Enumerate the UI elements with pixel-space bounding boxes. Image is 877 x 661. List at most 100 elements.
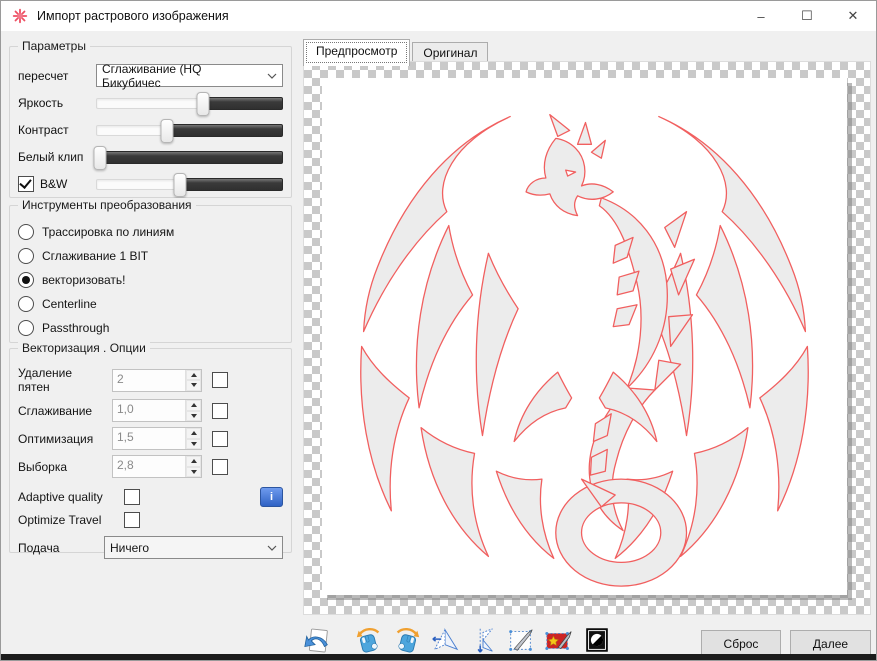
downsampling-label: Выборка (18, 460, 102, 474)
slider-thumb[interactable] (93, 146, 106, 170)
spinner-value: 1,5 (113, 428, 185, 449)
spinner-up[interactable] (186, 456, 201, 467)
downsampling-checkbox[interactable] (212, 459, 228, 475)
spot-removal-label: Удаление пятен (18, 366, 102, 394)
group-parameters-legend: Параметры (18, 39, 90, 53)
brightness-slider[interactable] (96, 92, 283, 114)
radio-label: Трассировка по линиям (42, 225, 174, 239)
image-toolbar (301, 625, 613, 655)
crop-icon[interactable] (505, 625, 537, 655)
adaptive-quality-checkbox[interactable] (124, 489, 140, 505)
optimization-spinner[interactable]: 1,5 (112, 427, 202, 450)
optimization-label: Оптимизация (18, 432, 102, 446)
bw-checkbox[interactable] (18, 176, 34, 192)
radio-label: Сглаживание 1 BIT (42, 249, 148, 263)
slider-track-dark (203, 97, 283, 110)
radio-dithering-1bit[interactable]: Сглаживание 1 BIT (18, 247, 283, 264)
slider-thumb[interactable] (161, 119, 174, 143)
optimize-travel-checkbox[interactable] (124, 512, 140, 528)
slider-thumb[interactable] (196, 92, 209, 116)
info-button[interactable]: i (260, 487, 283, 507)
radio-circle[interactable] (18, 272, 34, 288)
spinner-value: 2 (113, 370, 185, 391)
spinner-value: 2,8 (113, 456, 185, 477)
feed-value: Ничего (110, 541, 149, 555)
spinner-down[interactable] (186, 411, 201, 422)
adaptive-quality-label: Adaptive quality (18, 490, 114, 504)
group-conversion-legend: Инструменты преобразования (18, 198, 196, 212)
spinner-buttons[interactable] (185, 428, 201, 449)
smoothing-label: Сглаживание (18, 404, 102, 418)
next-button[interactable]: Далее (790, 630, 871, 657)
group-parameters: Параметры пересчет Сглаживание (HQ Бикуб… (9, 46, 292, 198)
spinner-buttons[interactable] (185, 400, 201, 421)
radio-label: векторизовать! (42, 273, 125, 287)
downsampling-spinner[interactable]: 2,8 (112, 455, 202, 478)
window-title: Импорт растрового изображения (37, 9, 229, 23)
invert-icon[interactable] (581, 625, 613, 655)
slider-track-dark (180, 178, 283, 191)
radio-line-trace[interactable]: Трассировка по линиям (18, 223, 283, 240)
brightness-label: Яркость (18, 96, 96, 110)
radio-circle[interactable] (18, 248, 34, 264)
tab-preview[interactable]: Предпросмотр (303, 39, 410, 66)
spinner-buttons[interactable] (185, 456, 201, 477)
tab-label: Оригинал (423, 46, 477, 60)
bw-label: B&W (40, 177, 67, 191)
screen-background-strip (1, 654, 876, 660)
white-clip-label: Белый клип (18, 150, 96, 164)
rotate-left-icon[interactable] (353, 625, 385, 655)
close-button[interactable]: ✕ (830, 1, 876, 31)
next-button-label: Далее (813, 637, 848, 651)
reset-button-label: Сброс (724, 637, 759, 651)
revert-icon[interactable] (301, 625, 333, 655)
app-spark-icon (11, 7, 29, 25)
tab-label: Предпросмотр (316, 44, 397, 58)
dragon-vector-preview (322, 78, 847, 595)
radio-label: Centerline (42, 297, 97, 311)
spinner-value: 1,0 (113, 400, 185, 421)
spinner-buttons[interactable] (185, 370, 201, 391)
spinner-up[interactable] (186, 428, 201, 439)
radio-circle[interactable] (18, 320, 34, 336)
preview-canvas[interactable] (303, 61, 871, 615)
resample-value: Сглаживание (HQ Бикубичес (102, 62, 263, 90)
radio-circle[interactable] (18, 296, 34, 312)
radio-vectorize[interactable]: векторизовать! (18, 271, 283, 288)
smoothing-checkbox[interactable] (212, 403, 228, 419)
maximize-button[interactable]: ☐ (784, 1, 830, 31)
contrast-label: Контраст (18, 123, 96, 137)
optimize-travel-label: Optimize Travel (18, 513, 114, 527)
white-clip-slider[interactable] (96, 146, 283, 168)
resample-label: пересчет (18, 69, 96, 83)
spinner-up[interactable] (186, 370, 201, 381)
spinner-up[interactable] (186, 400, 201, 411)
feed-label: Подача (18, 541, 104, 555)
preview-image (322, 78, 847, 595)
import-raster-dialog: { "window": { "title": "Импорт растровог… (0, 0, 877, 661)
spinner-down[interactable] (186, 467, 201, 478)
spot-removal-checkbox[interactable] (212, 372, 228, 388)
bw-slider[interactable] (96, 173, 283, 195)
rotate-right-icon[interactable] (391, 625, 423, 655)
chevron-down-icon (267, 73, 277, 79)
contrast-slider[interactable] (96, 119, 283, 141)
slider-track-dark (167, 124, 283, 137)
window-controls: – ☐ ✕ (738, 1, 876, 31)
optimization-checkbox[interactable] (212, 431, 228, 447)
radio-passthrough[interactable]: Passthrough (18, 319, 283, 336)
spot-removal-spinner[interactable]: 2 (112, 369, 202, 392)
radio-circle[interactable] (18, 224, 34, 240)
reset-button[interactable]: Сброс (701, 630, 781, 657)
spinner-down[interactable] (186, 380, 201, 391)
slider-thumb[interactable] (174, 173, 187, 197)
radio-centerline[interactable]: Centerline (18, 295, 283, 312)
edit-image-icon[interactable] (543, 625, 575, 655)
feed-dropdown[interactable]: Ничего (104, 536, 283, 559)
resample-dropdown[interactable]: Сглаживание (HQ Бикубичес (96, 64, 283, 87)
spinner-down[interactable] (186, 439, 201, 450)
minimize-button[interactable]: – (738, 1, 784, 31)
smoothing-spinner[interactable]: 1,0 (112, 399, 202, 422)
flip-horizontal-icon[interactable] (429, 625, 461, 655)
flip-vertical-icon[interactable] (467, 625, 499, 655)
